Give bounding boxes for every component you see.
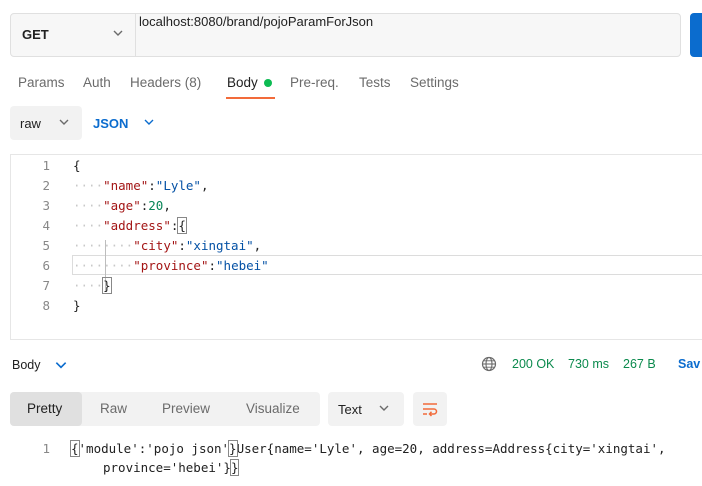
code-line: ····"age":20, (73, 198, 171, 213)
line-number: 8 (42, 298, 50, 313)
json-key: "address" (103, 218, 171, 233)
json-close-brace: } (73, 298, 81, 313)
chevron-down-icon (113, 30, 123, 36)
response-time[interactable]: 730 ms (568, 357, 609, 371)
wrap-lines-button[interactable] (413, 392, 447, 426)
view-tab-visualize[interactable]: Visualize (246, 401, 300, 416)
response-brace: } (229, 459, 240, 476)
json-open-brace: { (73, 158, 81, 173)
json-number: 20 (148, 198, 164, 213)
line-number: 1 (42, 441, 50, 456)
line-number: 7 (42, 278, 50, 293)
json-string: "Lyle" (155, 178, 201, 193)
response-size[interactable]: 267 B (623, 357, 656, 371)
send-button[interactable] (690, 13, 702, 57)
json-key: "province" (133, 258, 209, 273)
active-tab-underline (226, 97, 275, 99)
response-text: province='hebei'} (103, 460, 231, 475)
json-open-brace: { (177, 217, 187, 234)
tab-auth[interactable]: Auth (83, 75, 111, 90)
line-number: 1 (42, 158, 50, 173)
code-line: } (73, 298, 81, 313)
json-key: "city" (133, 238, 179, 253)
response-brace: { (70, 440, 80, 457)
view-tab-raw[interactable]: Raw (100, 401, 127, 416)
line-number: 2 (42, 178, 50, 193)
tab-tests[interactable]: Tests (359, 75, 391, 90)
chevron-down-icon (59, 119, 69, 125)
body-language-select[interactable]: JSON (93, 116, 128, 131)
body-mode-select[interactable]: raw (10, 106, 82, 140)
response-format-label: Text (338, 402, 362, 417)
response-brace: } (228, 440, 238, 457)
tab-pre-request[interactable]: Pre-req. (290, 75, 339, 90)
code-line: ····"name":"Lyle", (73, 178, 209, 193)
line-number: 5 (42, 238, 50, 253)
tab-headers[interactable]: Headers (8) (130, 75, 201, 90)
tab-body[interactable]: Body (227, 75, 258, 90)
status-code[interactable]: 200 OK (512, 357, 554, 371)
response-format-select[interactable]: Text (328, 392, 404, 426)
response-text: 'module':'pojo json' (78, 441, 230, 456)
code-line: ········"city":"xingtai", (73, 238, 262, 253)
code-line: ····"address":{ (73, 217, 187, 234)
method-label: GET (22, 27, 49, 42)
code-line: ········"province":"hebei" (73, 258, 269, 273)
response-line: province='hebei'}} (103, 459, 240, 476)
json-string: "hebei" (216, 258, 269, 273)
line-number: 3 (42, 198, 50, 213)
method-select[interactable]: GET (10, 13, 136, 57)
response-line: {'module':'pojo json'}User{name='Lyle', … (70, 440, 666, 457)
json-key: "age" (103, 198, 141, 213)
line-number: 4 (42, 218, 50, 233)
chevron-down-icon (144, 119, 154, 125)
view-tab-pretty[interactable]: Pretty (27, 401, 62, 416)
view-tab-preview[interactable]: Preview (162, 401, 210, 416)
globe-icon[interactable] (481, 356, 497, 372)
chevron-down-icon[interactable] (54, 358, 68, 372)
response-section-label[interactable]: Body (12, 358, 41, 372)
line-number: 6 (42, 258, 50, 273)
json-key: "name" (103, 178, 149, 193)
response-text: User{name='Lyle', age=20, address=Addres… (236, 441, 666, 456)
url-input[interactable]: localhost:8080/brand/pojoParamForJson (139, 14, 373, 29)
save-response-button[interactable]: Sav (678, 357, 700, 371)
wrap-lines-icon (423, 403, 438, 417)
json-string: "xingtai" (185, 238, 254, 253)
code-line: ····} (73, 277, 112, 294)
code-line: { (73, 158, 81, 173)
chevron-down-icon (379, 405, 389, 411)
body-indicator-dot (264, 79, 272, 87)
body-mode-label: raw (20, 116, 41, 131)
tab-settings[interactable]: Settings (410, 75, 459, 90)
json-close-brace: } (102, 277, 112, 294)
tab-params[interactable]: Params (18, 75, 65, 90)
